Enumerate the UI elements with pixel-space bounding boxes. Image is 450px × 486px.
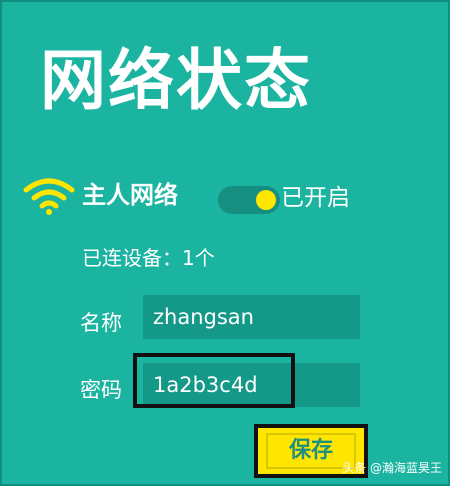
password-highlight-box (133, 353, 295, 408)
name-label: 名称 (80, 311, 122, 335)
wifi-icon (23, 178, 75, 215)
host-network-label: 主人网络 (82, 181, 178, 209)
watermark: 头条 @瀚海蓝昊王 (342, 461, 442, 475)
host-network-toggle[interactable] (218, 186, 280, 214)
name-input[interactable]: zhangsan (143, 295, 360, 339)
connected-devices: 已连设备：1个 (82, 246, 215, 270)
toggle-knob (256, 190, 276, 210)
page-title: 网络状态 (40, 42, 312, 119)
password-label: 密码 (80, 378, 122, 402)
toggle-status: 已开启 (281, 185, 350, 211)
